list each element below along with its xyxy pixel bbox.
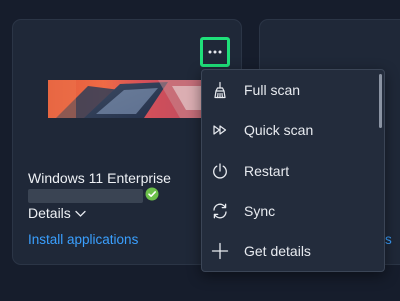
device-thumbnail: [48, 80, 208, 118]
menu-item-label: Full scan: [244, 82, 301, 98]
check-circle-icon: [145, 187, 159, 201]
menu-item-label: Sync: [244, 203, 276, 219]
menu-item-full-scan[interactable]: Full scan: [202, 70, 380, 110]
menu-item-restart[interactable]: Restart: [202, 151, 380, 191]
broom-icon: [211, 81, 229, 99]
menu-item-label: Quick scan: [244, 122, 314, 138]
menu-item-sync[interactable]: Sync: [202, 191, 380, 231]
more-options-button[interactable]: [200, 37, 230, 67]
fast-forward-icon: [211, 121, 229, 139]
install-applications-link[interactable]: Install applications: [28, 232, 138, 247]
power-icon: [211, 162, 229, 180]
menu-item-label: Get details: [244, 243, 311, 259]
redacted-text: [28, 189, 143, 203]
chevron-down-icon: [75, 205, 86, 221]
more-horizontal-icon: [208, 50, 222, 54]
details-label: Details: [28, 205, 71, 221]
context-menu: Full scan Quick scan Restart Sync Get de…: [201, 69, 385, 272]
details-toggle[interactable]: Details: [28, 205, 86, 221]
menu-item-label: Restart: [244, 163, 290, 179]
device-name: Windows 11 Enterprise: [28, 170, 171, 186]
menu-item-quick-scan[interactable]: Quick scan: [202, 110, 380, 150]
sync-icon: [211, 202, 229, 220]
plus-icon: [211, 242, 229, 260]
menu-item-get-details[interactable]: Get details: [202, 231, 380, 271]
